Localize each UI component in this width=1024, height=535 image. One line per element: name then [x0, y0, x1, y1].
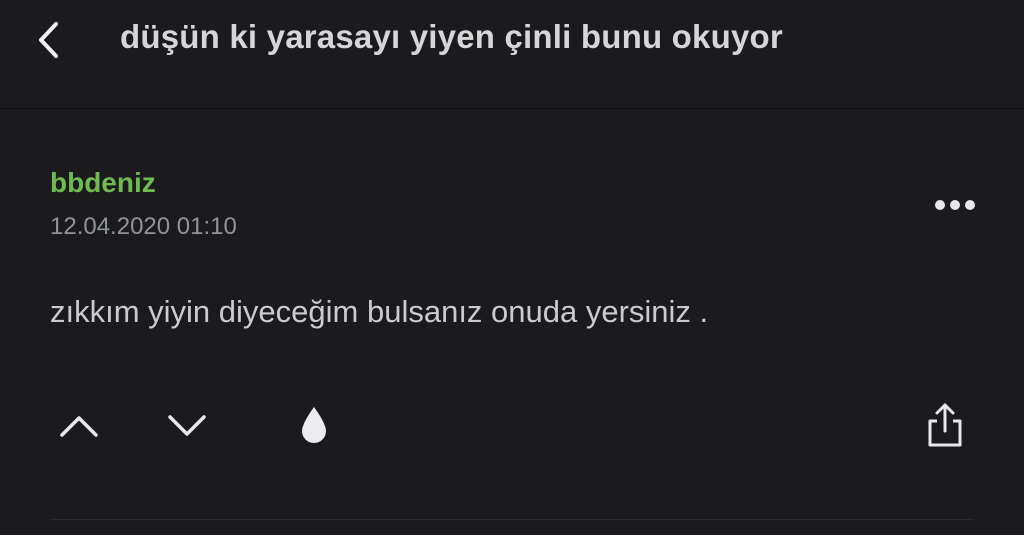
entry-author[interactable]: bbdeniz [50, 167, 156, 199]
entry-date: 12.04.2020 01:10 [50, 213, 237, 240]
topic-header: düşün ki yarasayı yiyen çinli bunu okuyo… [0, 0, 1024, 109]
more-options-button[interactable] [928, 191, 982, 219]
topic-title: düşün ki yarasayı yiyen çinli bunu okuyo… [120, 18, 783, 55]
drop-icon [302, 407, 326, 443]
entry-card: bbdeniz 12.04.2020 01:10 zıkkım yiyin di… [0, 109, 1024, 535]
downvote-button[interactable] [164, 405, 210, 445]
share-icon [928, 403, 962, 447]
entry-content: zıkkım yiyin diyeceğim bulsanız onuda ye… [50, 294, 709, 329]
entry-divider [50, 519, 974, 520]
chevron-down-icon [168, 415, 206, 436]
chevron-left-icon [39, 22, 58, 58]
favorite-button[interactable] [296, 403, 332, 447]
more-horizontal-icon [935, 200, 975, 210]
chevron-up-icon [60, 416, 98, 437]
back-button[interactable] [28, 18, 72, 62]
share-button[interactable] [924, 401, 966, 449]
upvote-button[interactable] [56, 405, 102, 445]
